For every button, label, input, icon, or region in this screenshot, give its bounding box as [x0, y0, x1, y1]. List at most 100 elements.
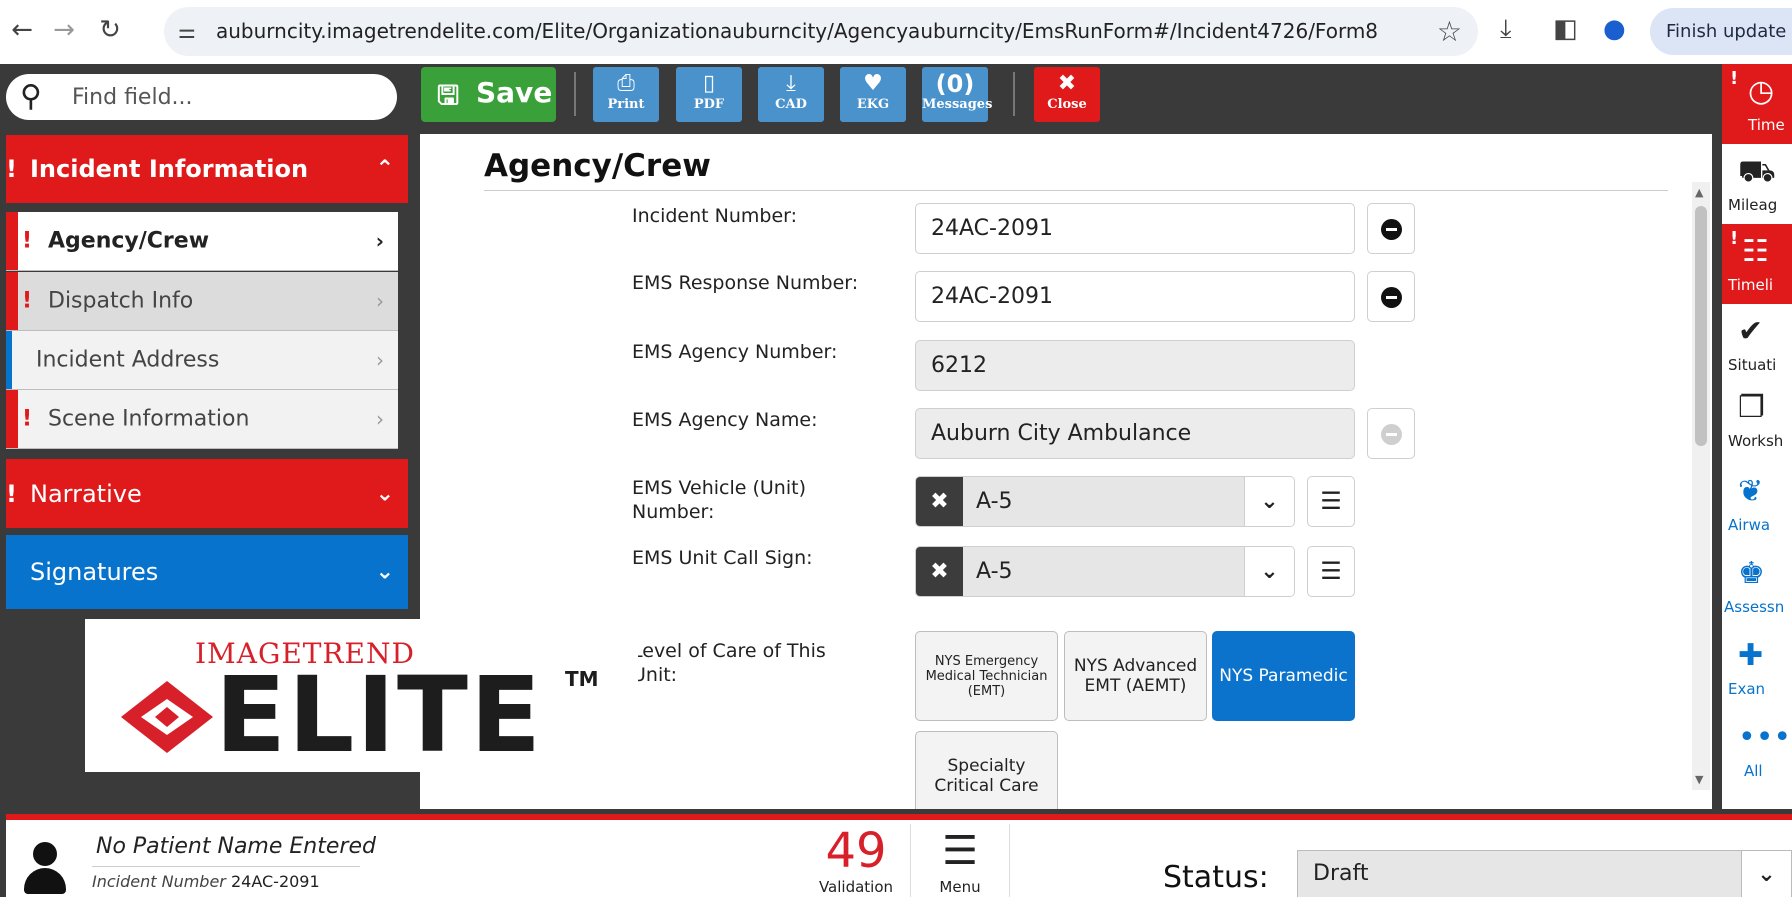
clear-agency-name-button [1367, 408, 1415, 459]
ekg-button[interactable]: ♥ EKG [840, 67, 906, 122]
status-label: Status: [1163, 860, 1269, 895]
list-icon: ☰ [1320, 487, 1342, 515]
cad-button[interactable]: ⤓ CAD [758, 67, 824, 122]
sidebar-item-incident-address[interactable]: Incident Address › [6, 331, 398, 390]
ems-agency-number-label: EMS Agency Number: [632, 341, 838, 363]
validation-button[interactable]: 49 Validation [806, 824, 906, 897]
messages-count: (0) [935, 70, 975, 98]
sidebar-item-agency-crew[interactable]: ! Agency/Crew › [6, 212, 398, 271]
right-rail: ! ◷ Time ⛟ Mileag ! ☷ Timeli ✔ Situati ❐… [1722, 64, 1792, 809]
bookmark-star-icon[interactable]: ☆ [1437, 15, 1462, 48]
scroll-thumb[interactable] [1695, 206, 1707, 446]
chevron-down-icon[interactable]: ⌄ [1244, 547, 1294, 596]
warning-icon: ! [22, 228, 33, 254]
minus-circle-icon [1381, 287, 1402, 308]
elite-emblem-icon [121, 681, 213, 753]
status-select[interactable]: Draft ⌄ [1297, 850, 1792, 897]
warning-icon: ! [6, 155, 17, 183]
chevron-up-icon: ⌃ [375, 156, 394, 182]
find-field-search[interactable]: ⚲ [6, 74, 397, 120]
print-button[interactable]: ⎙ Print [593, 67, 659, 122]
level-option-aemt[interactable]: NYS Advanced EMT (AEMT) [1064, 631, 1207, 721]
section-label: Incident Information [30, 155, 309, 183]
scroll-down-icon[interactable]: ▼ [1695, 773, 1703, 786]
ems-vehicle-select[interactable]: ✖ A-5 ⌄ [915, 476, 1295, 527]
forward-arrow-icon[interactable]: → [48, 14, 80, 46]
minus-circle-icon [1381, 219, 1402, 240]
reload-icon[interactable]: ↻ [94, 14, 126, 46]
pdf-icon: ▯ [702, 71, 716, 96]
incident-number-field[interactable]: 24AC-2091 [915, 203, 1355, 254]
sidebar-item-scene-information[interactable]: ! Scene Information › [6, 390, 398, 449]
url-text: auburncity.imagetrendelite.com/Elite/Org… [216, 19, 1379, 43]
imagetrend-elite-logo: IMAGETREND ELITE TM [85, 619, 638, 772]
warning-icon: ! [6, 479, 17, 508]
site-info-icon[interactable]: ⚌ [178, 19, 196, 43]
back-arrow-icon[interactable]: ← [6, 14, 38, 46]
page-title: Agency/Crew [484, 148, 711, 184]
section-signatures[interactable]: Signatures ⌄ [6, 535, 408, 609]
side-panel-icon[interactable]: ◧ [1553, 14, 1578, 44]
sidebar-item-label: Agency/Crew [48, 228, 210, 254]
ems-agency-name-label: EMS Agency Name: [632, 409, 818, 431]
sidebar-item-label: Dispatch Info [48, 288, 194, 314]
elite-app: ⚲ ! Incident Information ⌃ ! Agency/Crew… [0, 64, 1792, 897]
pdf-button[interactable]: ▯ PDF [676, 67, 742, 122]
profile-icon[interactable]: ● [1603, 14, 1626, 44]
rail-mileage[interactable]: ⛟ Mileag [1722, 144, 1792, 224]
clear-ems-response-button[interactable] [1367, 271, 1415, 322]
close-button[interactable]: ✖ Close [1034, 67, 1100, 122]
status-value: Draft [1313, 861, 1369, 886]
ems-agency-number-field: 6212 [915, 340, 1355, 391]
rail-all[interactable]: ••• All [1722, 710, 1792, 790]
validation-count: 49 [825, 823, 887, 879]
section-label: Signatures [30, 558, 159, 586]
finish-update-button[interactable]: Finish update [1650, 8, 1792, 55]
level-option-paramedic[interactable]: NYS Paramedic [1212, 631, 1355, 721]
section-narrative[interactable]: ! Narrative ⌄ [6, 459, 408, 528]
find-field-input[interactable] [72, 82, 372, 112]
menu-button[interactable]: ☰ Menu [910, 824, 1010, 897]
vehicle-list-button[interactable]: ☰ [1307, 476, 1355, 527]
chevron-down-icon[interactable]: ⌄ [1741, 851, 1791, 897]
list-icon: ☰ [1320, 557, 1342, 585]
scroll-up-icon[interactable]: ▲ [1695, 186, 1703, 199]
rail-situation[interactable]: ✔ Situati [1722, 304, 1792, 384]
download-icon[interactable]: ⤓ [1500, 14, 1512, 45]
form-scrollbar[interactable]: ▲ ▼ [1692, 182, 1710, 790]
sidebar-item-label: Incident Address [36, 347, 220, 373]
ems-response-number-field[interactable]: 24AC-2091 [915, 271, 1355, 322]
save-button[interactable]: 🖫 Save [421, 67, 556, 122]
warning-icon: ! [22, 406, 33, 432]
logo-tm: TM [565, 667, 599, 691]
chevron-right-icon: › [376, 348, 384, 372]
rail-timeline[interactable]: ! ☷ Timeli [1722, 224, 1792, 304]
sliders-icon: ☷ [1742, 234, 1769, 269]
rail-time[interactable]: ! ◷ Time [1722, 64, 1792, 144]
address-bar[interactable]: ⚌ auburncity.imagetrendelite.com/Elite/O… [164, 7, 1478, 56]
messages-button[interactable]: (0) Messages [922, 67, 992, 122]
heart-pulse-icon: ♥ [863, 71, 883, 96]
level-option-specialty-critical-care[interactable]: Specialty Critical Care [915, 731, 1058, 809]
patient-avatar-icon [20, 842, 70, 897]
call-sign-list-button[interactable]: ☰ [1307, 546, 1355, 597]
lungs-icon: ❦ [1738, 474, 1764, 509]
ems-call-sign-select[interactable]: ✖ A-5 ⌄ [915, 546, 1295, 597]
rail-worksheet[interactable]: ❐ Worksh [1722, 380, 1792, 460]
clear-x-icon[interactable]: ✖ [916, 477, 963, 526]
level-option-emt[interactable]: NYS Emergency Medical Technician (EMT) [915, 631, 1058, 721]
chevron-down-icon: ⌄ [375, 481, 394, 506]
clear-incident-number-button[interactable] [1367, 203, 1415, 254]
more-dots-icon: ••• [1738, 720, 1792, 755]
rail-airway[interactable]: ❦ Airwa [1722, 464, 1792, 544]
sidebar-item-dispatch-info[interactable]: ! Dispatch Info › [6, 272, 398, 331]
chevron-down-icon[interactable]: ⌄ [1244, 477, 1294, 526]
rail-exam[interactable]: ✚ Exan [1722, 628, 1792, 708]
patient-name: No Patient Name Entered [96, 834, 376, 859]
section-incident-information[interactable]: ! Incident Information ⌃ [6, 135, 408, 203]
clear-x-icon[interactable]: ✖ [916, 547, 963, 596]
level-of-care-label: Level of Care of This Unit: [632, 640, 826, 686]
rail-assessment[interactable]: ♚ Assessn [1722, 546, 1792, 626]
ems-agency-name-field: Auburn City Ambulance [915, 408, 1355, 459]
logo-product-text: ELITE [215, 654, 543, 776]
